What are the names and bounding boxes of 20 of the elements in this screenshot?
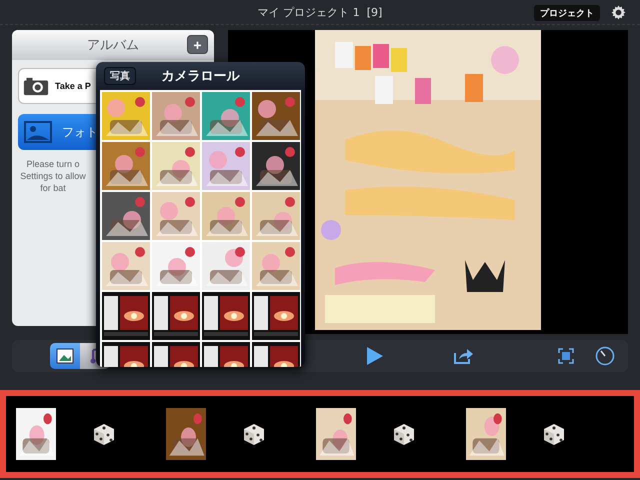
project-title: マイ プロジェクト 1 [9] xyxy=(258,4,382,20)
image-icon xyxy=(24,121,52,143)
notice-text: Please turn o Settings to allow for bat xyxy=(19,158,87,194)
popover-title: カメラロール xyxy=(162,68,240,85)
photos-icon xyxy=(56,348,74,364)
play-button[interactable] xyxy=(366,346,384,366)
settings-icon[interactable] xyxy=(611,5,626,20)
camera-icon xyxy=(23,76,49,96)
dice-icon[interactable] xyxy=(241,421,267,447)
gauge-icon[interactable] xyxy=(595,346,615,366)
project-button[interactable]: プロジェクト xyxy=(534,5,600,21)
add-button[interactable]: + xyxy=(187,35,208,54)
album-title: アルバム xyxy=(87,37,139,54)
photos-tab[interactable] xyxy=(50,343,80,369)
dice-icon[interactable] xyxy=(541,421,567,447)
dice-icon[interactable] xyxy=(391,421,417,447)
fullscreen-icon[interactable] xyxy=(558,348,574,364)
back-button[interactable]: 写真 xyxy=(104,67,136,85)
dice-icon[interactable] xyxy=(91,421,117,447)
share-icon[interactable] xyxy=(454,348,474,364)
